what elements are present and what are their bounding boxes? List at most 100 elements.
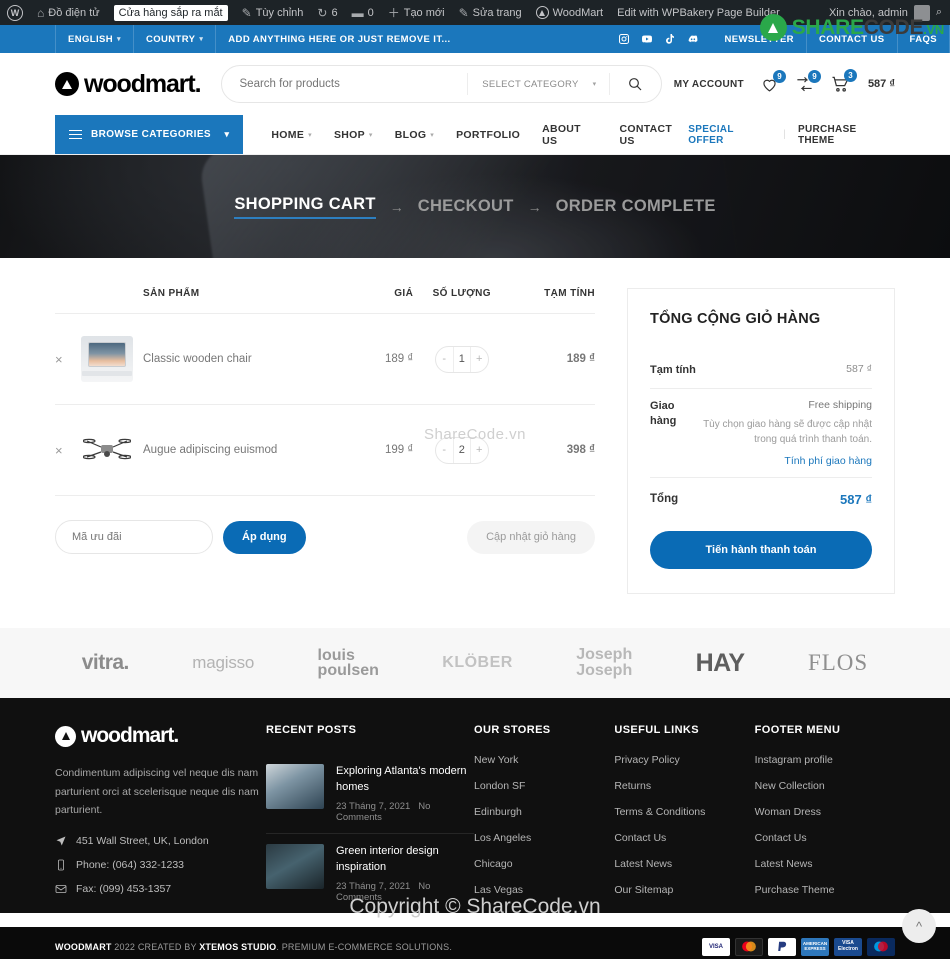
post-title[interactable]: Green interior design inspiration bbox=[336, 844, 474, 875]
purchase-theme-link[interactable]: PURCHASE THEME bbox=[798, 124, 895, 146]
calculate-shipping-link[interactable]: Tính phí giao hàng bbox=[702, 455, 872, 467]
nav-item-blog[interactable]: BLOG ▾ bbox=[395, 129, 434, 141]
remove-item-button[interactable]: × bbox=[55, 443, 63, 458]
footer-menu-instagram[interactable]: Instagram profile bbox=[755, 754, 895, 766]
drone-thumbnail[interactable] bbox=[81, 427, 133, 473]
scroll-to-top-button[interactable]: ^ bbox=[902, 909, 936, 943]
store-link-new-york[interactable]: New York bbox=[474, 754, 614, 766]
special-offer-link[interactable]: SPECIAL OFFER bbox=[688, 124, 771, 146]
brand-magisso[interactable]: magisso bbox=[192, 653, 254, 673]
topbar-link-faqs[interactable]: FAQS bbox=[898, 25, 950, 53]
step-shopping-cart[interactable]: SHOPPING CART bbox=[234, 195, 376, 219]
topbar-link-newsletter[interactable]: NEWSLETTER bbox=[713, 25, 807, 53]
language-switcher[interactable]: ENGLISH ▾ bbox=[55, 25, 134, 53]
nav-item-home[interactable]: HOME ▾ bbox=[271, 129, 312, 141]
edit-page-menu[interactable]: ✎ Sửa trang bbox=[452, 0, 529, 25]
useful-link-privacy-policy[interactable]: Privacy Policy bbox=[614, 754, 754, 766]
qty-value[interactable]: 2 bbox=[452, 437, 471, 463]
qty-plus-button[interactable]: + bbox=[471, 444, 488, 456]
store-link-edinburgh[interactable]: Edinburgh bbox=[474, 806, 614, 818]
nav-item-shop[interactable]: SHOP ▾ bbox=[334, 129, 373, 141]
chevron-down-icon: ▾ bbox=[592, 81, 597, 88]
brand-klober[interactable]: KLÖBER bbox=[442, 654, 513, 672]
wishlist-badge: 9 bbox=[772, 69, 786, 83]
category-select-label: SELECT CATEGORY bbox=[482, 78, 579, 90]
list-item[interactable]: Exploring Atlanta's modern homes 23 Thán… bbox=[265, 754, 475, 835]
my-account-link[interactable]: MY ACCOUNT bbox=[674, 79, 744, 90]
coupon-input[interactable] bbox=[55, 520, 213, 554]
compare-button[interactable]: 9 bbox=[795, 69, 821, 94]
store-link-chicago[interactable]: Chicago bbox=[474, 858, 614, 870]
nav-item-portfolio[interactable]: PORTFOLIO bbox=[456, 129, 520, 141]
browse-categories-button[interactable]: BROWSE CATEGORIES ▾ bbox=[55, 115, 244, 154]
search-button[interactable] bbox=[608, 73, 661, 95]
store-link-las-vegas[interactable]: Las Vegas bbox=[474, 884, 614, 896]
list-item[interactable]: Green interior design inspiration 23 Thá… bbox=[265, 834, 474, 913]
footer-menu-contact-us[interactable]: Contact Us bbox=[755, 832, 895, 844]
footer-menu-purchase-theme[interactable]: Purchase Theme bbox=[755, 884, 895, 896]
laptop-thumbnail[interactable] bbox=[81, 336, 133, 382]
site-name-menu[interactable]: ⌂ Đồ điện tử bbox=[30, 0, 107, 25]
footer-logo[interactable]: woodmart. bbox=[55, 724, 266, 748]
qty-value[interactable]: 1 bbox=[452, 346, 471, 372]
product-name[interactable]: Augue adipiscing euismod bbox=[143, 404, 367, 496]
updates-menu[interactable]: ↻ 6 bbox=[310, 0, 344, 25]
footer-stores-column: OUR STORES New York London SF Edinburgh … bbox=[474, 724, 614, 913]
useful-link-sitemap[interactable]: Our Sitemap bbox=[614, 884, 754, 896]
woodmart-menu[interactable]: WoodMart bbox=[529, 0, 611, 25]
wp-logo-menu[interactable]: W bbox=[0, 0, 30, 25]
customize-menu[interactable]: ✎ Tùy chỉnh bbox=[235, 0, 311, 25]
step-checkout[interactable]: CHECKOUT bbox=[418, 197, 514, 216]
category-select[interactable]: SELECT CATEGORY ▾ bbox=[467, 73, 608, 95]
comments-menu[interactable]: ▬ 0 bbox=[345, 0, 381, 25]
site-logo[interactable]: woodmart. bbox=[55, 70, 202, 99]
youtube-icon[interactable] bbox=[641, 33, 653, 45]
coming-soon-pill[interactable]: Cửa hàng sắp ra mắt bbox=[107, 0, 235, 25]
useful-link-contact-us[interactable]: Contact Us bbox=[614, 832, 754, 844]
quantity-stepper: - 1 + bbox=[434, 345, 489, 373]
quantity-cell: - 2 + bbox=[413, 404, 511, 496]
wp-admin-bar: W ⌂ Đồ điện tử Cửa hàng sắp ra mắt ✎ Tùy… bbox=[0, 0, 950, 25]
brand-vitra[interactable]: vitra. bbox=[82, 651, 130, 675]
coming-soon-label: Cửa hàng sắp ra mắt bbox=[113, 4, 228, 21]
proceed-to-checkout-button[interactable]: Tiến hành thanh toán bbox=[650, 531, 872, 570]
qty-minus-button[interactable]: - bbox=[436, 353, 453, 365]
useful-link-returns[interactable]: Returns bbox=[614, 780, 754, 792]
qty-plus-button[interactable]: + bbox=[471, 353, 488, 365]
wishlist-button[interactable]: 9 bbox=[760, 69, 786, 94]
remove-item-button[interactable]: × bbox=[55, 352, 63, 367]
instagram-icon[interactable] bbox=[618, 33, 630, 45]
footer-menu-woman-dress[interactable]: Woman Dress bbox=[755, 806, 895, 818]
brand-hay[interactable]: HAY bbox=[696, 649, 746, 678]
qty-minus-button[interactable]: - bbox=[436, 444, 453, 456]
nav-item-contact-us[interactable]: CONTACT US bbox=[619, 123, 688, 147]
step-order-complete[interactable]: ORDER COMPLETE bbox=[556, 197, 716, 216]
brand-louis-poulsen[interactable]: louis poulsen bbox=[318, 648, 379, 679]
new-content-menu[interactable]: ＋ Tạo mới bbox=[381, 0, 452, 25]
update-cart-button[interactable]: Cập nhật giỏ hàng bbox=[467, 520, 596, 554]
footer-description: Condimentum adipiscing vel neque dis nam… bbox=[55, 767, 259, 817]
footer-menu-new-collection[interactable]: New Collection bbox=[755, 780, 895, 792]
topbar-link-contact[interactable]: CONTACT US bbox=[807, 25, 898, 53]
footer-menu-latest-news[interactable]: Latest News bbox=[755, 858, 895, 870]
search-icon[interactable]: ⌕ bbox=[936, 6, 942, 19]
search-input[interactable] bbox=[221, 78, 468, 90]
avatar[interactable] bbox=[913, 4, 930, 21]
store-link-london-sf[interactable]: London SF bbox=[474, 780, 614, 792]
cart-button[interactable]: 3 bbox=[830, 69, 857, 94]
country-switcher[interactable]: COUNTRY ▾ bbox=[134, 25, 217, 53]
apply-coupon-button[interactable]: Áp dụng bbox=[223, 520, 306, 554]
post-title[interactable]: Exploring Atlanta's modern homes bbox=[336, 764, 474, 795]
product-name[interactable]: Classic wooden chair bbox=[143, 313, 367, 405]
tiktok-icon[interactable] bbox=[664, 33, 676, 45]
wpbakery-menu[interactable]: Edit with WPBakery Page Builder bbox=[610, 0, 787, 25]
discord-icon[interactable] bbox=[687, 33, 699, 45]
useful-link-terms[interactable]: Terms & Conditions bbox=[614, 806, 754, 818]
payment-visa-electron-icon: VISA Electron bbox=[834, 937, 862, 956]
brand-flos[interactable]: FLOS bbox=[808, 650, 868, 676]
useful-link-latest-news[interactable]: Latest News bbox=[614, 858, 754, 870]
nav-item-about-us[interactable]: ABOUT US bbox=[542, 123, 597, 147]
brand-joseph-joseph[interactable]: Joseph Joseph bbox=[576, 647, 632, 679]
store-link-los-angeles[interactable]: Los Angeles bbox=[474, 832, 614, 844]
shipping-option[interactable]: Free shipping bbox=[808, 399, 872, 411]
